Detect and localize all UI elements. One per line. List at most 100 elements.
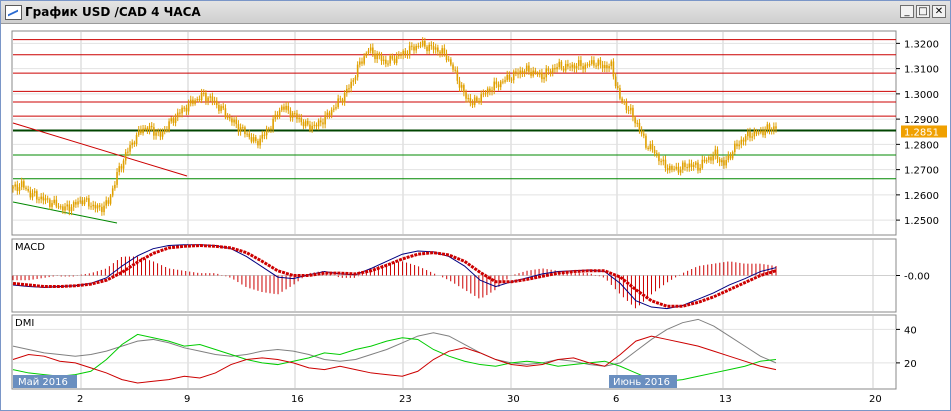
candle-body bbox=[116, 172, 118, 185]
candle-body bbox=[352, 80, 355, 82]
candle-body bbox=[363, 56, 365, 64]
candle-body bbox=[356, 64, 359, 78]
candle-body bbox=[42, 196, 45, 201]
candle-body bbox=[760, 130, 762, 133]
candle-body bbox=[317, 120, 320, 127]
candle-body bbox=[129, 145, 131, 152]
candle-body bbox=[250, 137, 253, 142]
candle-body bbox=[517, 72, 519, 75]
candle-body bbox=[109, 195, 112, 204]
candle-body bbox=[684, 162, 686, 168]
maximize-button[interactable]: □ bbox=[916, 5, 930, 18]
candle-body bbox=[246, 133, 248, 135]
candle-body bbox=[322, 122, 324, 125]
candle-body bbox=[333, 108, 335, 110]
candle-body bbox=[415, 45, 417, 51]
date-tick-label: 20 bbox=[869, 394, 882, 405]
candle-body bbox=[694, 162, 697, 165]
candle-body bbox=[278, 110, 281, 117]
vertical-grid bbox=[13, 32, 896, 388]
candle-body bbox=[742, 139, 745, 142]
candle-body bbox=[92, 204, 95, 207]
candle-body bbox=[601, 64, 604, 69]
candle-body bbox=[215, 100, 218, 106]
candle-body bbox=[651, 144, 654, 150]
candle-body bbox=[738, 144, 740, 147]
candle-body bbox=[625, 102, 628, 110]
candle-body bbox=[211, 96, 214, 102]
close-button[interactable]: ✕ bbox=[932, 5, 946, 18]
candle-body bbox=[259, 138, 261, 146]
candle-body bbox=[532, 70, 535, 76]
candle-body bbox=[757, 132, 760, 134]
candle-body bbox=[666, 167, 669, 171]
candle-body bbox=[374, 53, 376, 60]
minimize-button[interactable]: _ bbox=[900, 5, 914, 18]
date-axis: 2 9 16 23 30 6 13 20 bbox=[77, 394, 882, 405]
candle-body bbox=[161, 131, 164, 137]
candle-body bbox=[402, 50, 404, 56]
candle-body bbox=[36, 191, 38, 200]
candle-body bbox=[755, 130, 758, 134]
candle-body bbox=[163, 130, 166, 132]
candle-body bbox=[233, 119, 235, 123]
candle-body bbox=[424, 41, 426, 47]
title-bar[interactable]: График USD /CAD 4 ЧАСА _ □ ✕ bbox=[1, 1, 950, 24]
candle-body bbox=[521, 70, 524, 74]
candle-body bbox=[406, 54, 409, 56]
candle-body bbox=[146, 127, 149, 131]
candle-body bbox=[176, 112, 179, 118]
candle-body bbox=[348, 88, 350, 90]
price-tick-label: 1.2600 bbox=[904, 191, 939, 202]
candle-body bbox=[660, 161, 662, 163]
price-tick-label: 1.3000 bbox=[904, 90, 939, 101]
candle-body bbox=[608, 66, 610, 69]
candle-body bbox=[49, 199, 51, 207]
price-tick-label: 1.2700 bbox=[904, 166, 939, 177]
candle-body bbox=[88, 198, 90, 207]
candle-body bbox=[302, 122, 305, 127]
candle-body bbox=[395, 56, 398, 63]
candle-body bbox=[237, 124, 240, 132]
candle-body bbox=[437, 47, 439, 52]
candle-body bbox=[595, 65, 597, 67]
candle-body bbox=[18, 187, 21, 192]
candle-body bbox=[558, 61, 561, 68]
candle-body bbox=[46, 198, 49, 200]
price-candles bbox=[12, 37, 777, 216]
candle-body bbox=[166, 130, 168, 132]
candle-body bbox=[499, 81, 502, 88]
candle-body bbox=[747, 131, 749, 137]
candle-body bbox=[484, 93, 487, 95]
candle-body bbox=[476, 97, 478, 101]
candle-body bbox=[705, 159, 708, 162]
candle-body bbox=[337, 98, 339, 108]
candle-body bbox=[478, 100, 480, 103]
candle-body bbox=[16, 184, 19, 192]
candle-body bbox=[480, 94, 483, 103]
candle-body bbox=[209, 96, 212, 98]
candle-body bbox=[467, 98, 469, 100]
candle-body bbox=[79, 200, 81, 202]
candle-body bbox=[768, 124, 771, 131]
candle-body bbox=[714, 149, 717, 156]
candle-body bbox=[525, 65, 528, 72]
candle-body bbox=[508, 74, 511, 80]
candle-body bbox=[564, 63, 567, 71]
candle-body bbox=[471, 102, 474, 106]
candle-body bbox=[482, 93, 485, 95]
candle-body bbox=[196, 99, 199, 101]
candle-body bbox=[744, 136, 747, 142]
candle-body bbox=[725, 160, 727, 166]
price-tick-label: 1.2800 bbox=[904, 140, 939, 151]
chart-area[interactable]: 1.3200 1.3100 1.3000 1.2900 1.2800 1.2700 1.26… bbox=[1, 24, 950, 410]
dmi-series bbox=[12, 318, 777, 384]
candle-body bbox=[649, 144, 652, 150]
candle-body bbox=[751, 136, 753, 138]
candle-body bbox=[668, 166, 671, 171]
candle-body bbox=[40, 196, 42, 200]
candle-body bbox=[200, 92, 203, 101]
candle-body bbox=[549, 70, 552, 73]
candle-body bbox=[94, 204, 97, 209]
candle-body bbox=[296, 113, 298, 119]
